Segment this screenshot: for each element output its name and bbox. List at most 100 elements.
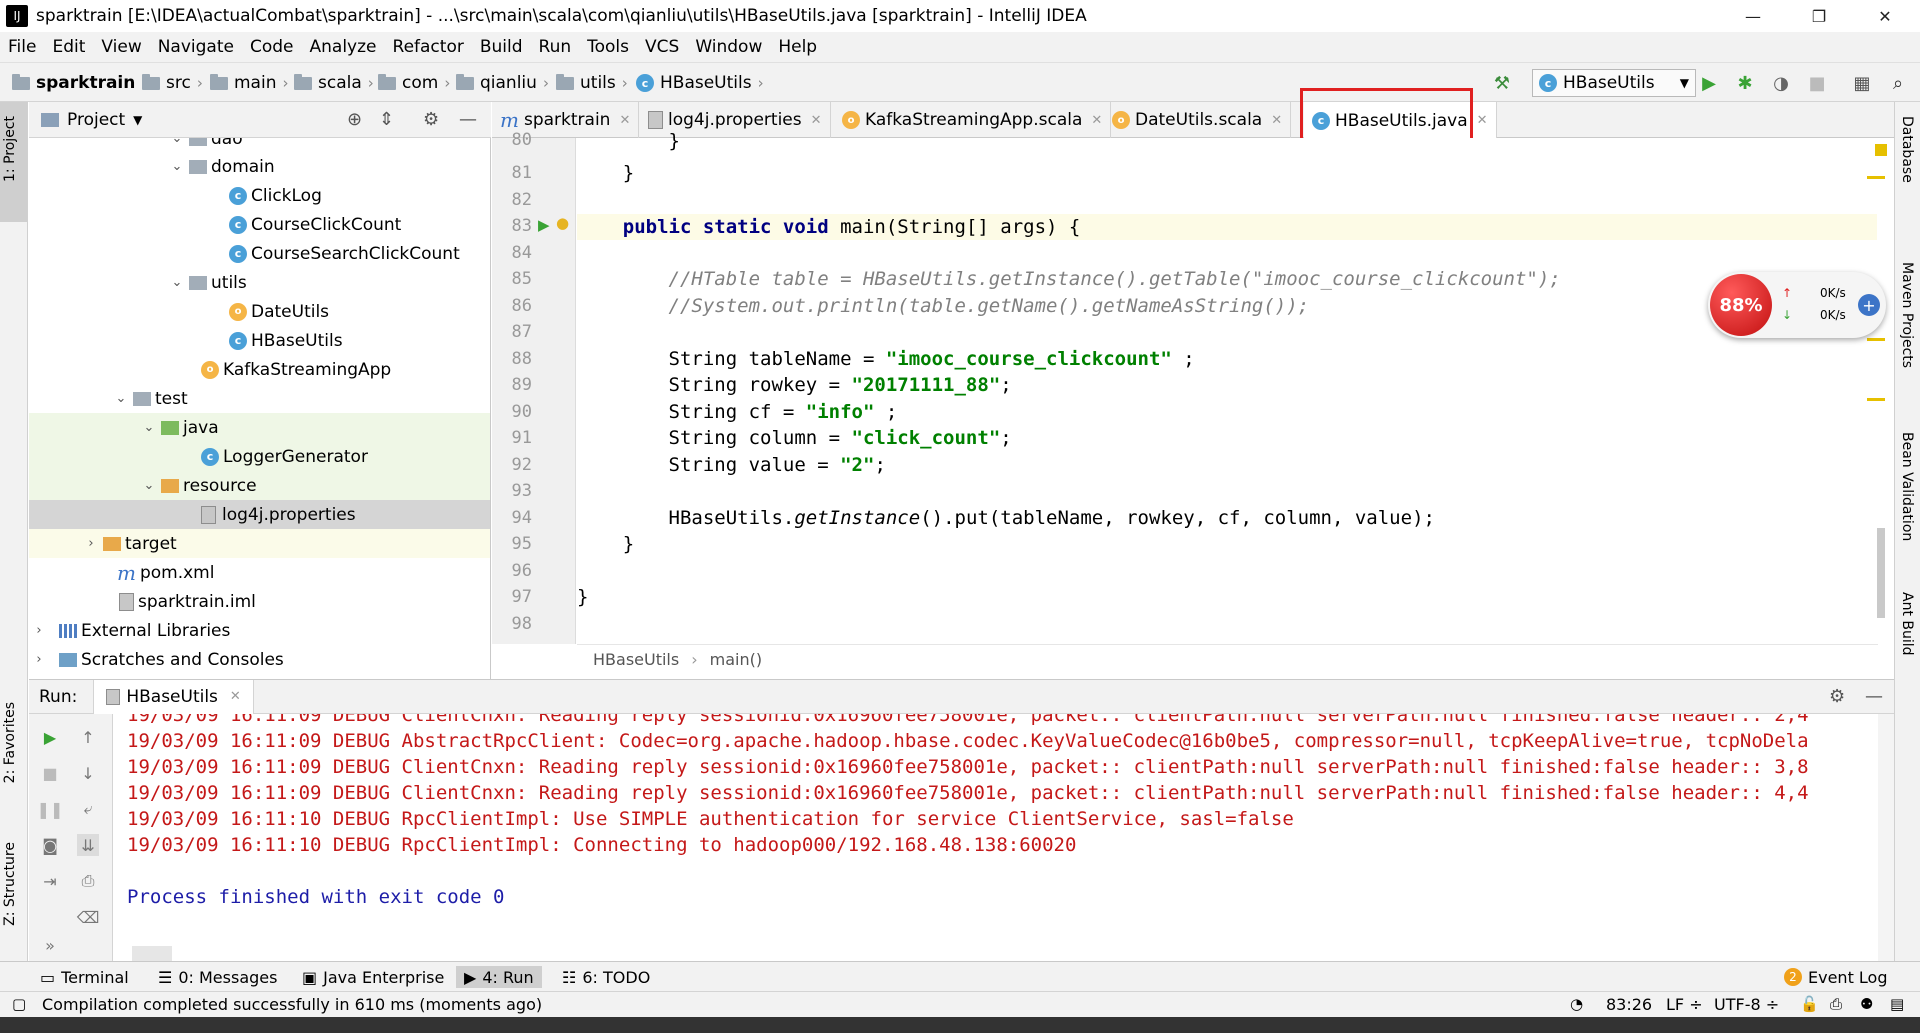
breadcrumb-scala[interactable]: scala ›: [294, 71, 374, 95]
close-icon[interactable]: ✕: [1091, 113, 1102, 128]
tree-item-clicklog[interactable]: c ClickLog: [29, 181, 490, 210]
debug-icon[interactable]: ✱: [1733, 71, 1757, 95]
favorites-tool-tab[interactable]: 2: Favorites: [2, 702, 18, 783]
terminal-tab[interactable]: ▭ Terminal: [40, 966, 129, 988]
run-icon[interactable]: ▶: [1697, 71, 1721, 95]
editor-breadcrumb-class[interactable]: HBaseUtils: [593, 650, 679, 669]
tree-item-resource[interactable]: ⌄ resource: [29, 471, 490, 500]
editor-breadcrumb-method[interactable]: main(): [710, 650, 762, 669]
editor-scrollbar[interactable]: [1877, 528, 1885, 618]
breadcrumb-main[interactable]: main ›: [210, 71, 288, 95]
run-configuration-select[interactable]: c HBaseUtils ▼: [1532, 69, 1696, 97]
plus-icon[interactable]: +: [1858, 294, 1880, 316]
pause-icon[interactable]: ❚❚: [37, 798, 64, 820]
close-icon[interactable]: ✕: [811, 113, 822, 128]
more-icon[interactable]: »: [39, 934, 61, 956]
rerun-icon[interactable]: ▶: [39, 726, 61, 748]
menu-edit[interactable]: Edit: [44, 37, 93, 57]
build-hammer-icon[interactable]: ⚒: [1490, 71, 1514, 95]
console-vertical-scrollbar[interactable]: [1878, 714, 1894, 962]
lock-icon[interactable]: 🔓: [1800, 995, 1819, 1013]
menu-run[interactable]: Run: [531, 37, 580, 57]
warning-stripe[interactable]: [1867, 338, 1885, 341]
printer-icon[interactable]: ⎙: [1830, 995, 1842, 1013]
ant-build-tool-tab[interactable]: Ant Build: [1899, 592, 1915, 656]
project-structure-icon[interactable]: ▦: [1850, 71, 1874, 95]
close-icon[interactable]: ✕: [1477, 113, 1488, 128]
menu-navigate[interactable]: Navigate: [150, 37, 242, 57]
menu-window[interactable]: Window: [687, 37, 770, 57]
tree-item-domain[interactable]: ⌄ domain: [29, 152, 490, 181]
event-log-tab[interactable]: 2 Event Log: [1784, 966, 1888, 988]
breadcrumb-src[interactable]: src ›: [142, 71, 203, 95]
code-editor[interactable]: } } public static void main(String[] arg…: [577, 130, 1887, 644]
menu-code[interactable]: Code: [242, 37, 302, 57]
inspection-status-icon[interactable]: [1875, 144, 1887, 156]
tree-item-java[interactable]: ⌄ java: [29, 413, 490, 442]
memory-indicator-icon[interactable]: ◔: [1570, 995, 1583, 1013]
menu-vcs[interactable]: VCS: [637, 37, 687, 57]
hide-panel-icon[interactable]: —: [1865, 686, 1883, 707]
run-tool-tab[interactable]: ▶ 4: Run: [456, 966, 542, 988]
breadcrumb-com[interactable]: com ›: [378, 71, 450, 95]
tree-item-hbaseutils[interactable]: c HBaseUtils: [29, 326, 490, 355]
close-window-button[interactable]: ✕: [1856, 0, 1914, 32]
console-output[interactable]: 19/03/09 16:11:09 DEBUG ClientCnxn: Read…: [114, 714, 1878, 962]
soft-wrap-icon[interactable]: ⤶: [77, 798, 99, 820]
menu-analyze[interactable]: Analyze: [302, 37, 385, 57]
tree-item-scratches[interactable]: › Scratches and Consoles: [29, 645, 490, 674]
todo-tab[interactable]: ☷ 6: TODO: [562, 966, 650, 988]
minimize-button[interactable]: —: [1724, 0, 1782, 32]
stop-icon[interactable]: ■: [39, 762, 61, 784]
tree-item-loggergenerator[interactable]: c LoggerGenerator: [29, 442, 490, 471]
locate-icon[interactable]: ⊕: [347, 109, 362, 130]
menu-help[interactable]: Help: [770, 37, 825, 57]
search-icon[interactable]: ⌕: [1886, 71, 1910, 95]
menu-file[interactable]: File: [0, 37, 44, 57]
scroll-to-end-icon[interactable]: ⇊: [77, 834, 99, 856]
gear-icon[interactable]: ⚙: [1829, 686, 1845, 707]
tree-item-pom-xml[interactable]: m pom.xml: [29, 558, 490, 587]
coverage-icon[interactable]: ◑: [1769, 71, 1793, 95]
event-icon[interactable]: ▤: [1890, 995, 1904, 1013]
close-icon[interactable]: ✕: [1271, 113, 1282, 128]
java-enterprise-tab[interactable]: ▣ Java Enterprise: [302, 966, 444, 988]
file-encoding[interactable]: UTF-8 ÷: [1714, 995, 1779, 1014]
project-view-select[interactable]: Project: [67, 110, 125, 130]
menu-tools[interactable]: Tools: [579, 37, 637, 57]
stop-icon[interactable]: ■: [1805, 71, 1829, 95]
tree-item-utils[interactable]: ⌄ utils: [29, 268, 490, 297]
maven-tool-tab[interactable]: Maven Projects: [1899, 262, 1915, 368]
line-separator[interactable]: LF ÷: [1666, 995, 1703, 1014]
breadcrumb-utils[interactable]: utils ›: [556, 71, 628, 95]
console-scrollbar[interactable]: [132, 946, 172, 962]
menu-build[interactable]: Build: [472, 37, 531, 57]
tree-item-external-libraries[interactable]: › External Libraries: [29, 616, 490, 645]
caret-position[interactable]: 83:26: [1606, 995, 1652, 1014]
breadcrumb-qianliu[interactable]: qianliu ›: [456, 71, 549, 95]
chevron-down-icon[interactable]: ▼: [133, 113, 142, 127]
structure-tool-tab[interactable]: Z: Structure: [2, 842, 18, 926]
panel-toggle-icon[interactable]: ▢: [12, 995, 26, 1013]
tree-item-dateutils[interactable]: o DateUtils: [29, 297, 490, 326]
trash-icon[interactable]: ⌫: [77, 906, 100, 928]
menu-refactor[interactable]: Refactor: [385, 37, 472, 57]
up-arrow-icon[interactable]: ↑: [77, 726, 99, 748]
tree-item-coursesearchclickcount[interactable]: c CourseSearchClickCount: [29, 239, 490, 268]
network-speed-widget[interactable]: 88% ↑ ↓ 0K/s 0K/s +: [1708, 272, 1886, 338]
tree-item-log4j-properties[interactable]: log4j.properties: [29, 500, 490, 529]
camera-icon[interactable]: ◙: [39, 834, 61, 856]
run-tab-hbaseutils[interactable]: HBaseUtils ✕: [93, 679, 254, 714]
tree-item-target[interactable]: › target: [29, 529, 490, 558]
inspector-icon[interactable]: ⚉: [1860, 995, 1873, 1013]
tree-item-dao[interactable]: ⌄ dao: [29, 138, 490, 153]
menu-view[interactable]: View: [93, 37, 149, 57]
breadcrumb-sparktrain[interactable]: sparktrain›: [12, 71, 147, 95]
collapse-all-icon[interactable]: ⇕: [379, 109, 394, 130]
close-icon[interactable]: ✕: [230, 689, 241, 704]
database-tool-tab[interactable]: Database: [1899, 116, 1915, 183]
warning-stripe[interactable]: [1867, 398, 1885, 401]
lightbulb-icon[interactable]: ●: [556, 214, 569, 232]
breadcrumb-hbaseutils[interactable]: c HBaseUtils ›: [636, 71, 764, 95]
tree-item-courseclickcount[interactable]: c CourseClickCount: [29, 210, 490, 239]
